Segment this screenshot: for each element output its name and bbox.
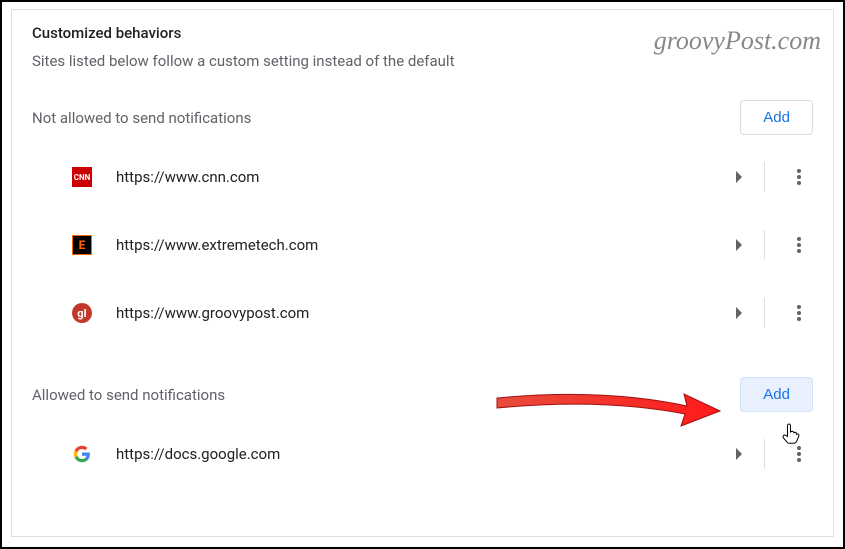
group-header-allowed: Allowed to send notifications Add [12, 347, 833, 420]
row-actions [720, 434, 819, 474]
section-title: Customized behaviors [12, 24, 833, 42]
section-description: Sites listed below follow a custom setti… [12, 42, 833, 70]
site-url: https://www.extremetech.com [116, 236, 720, 254]
kebab-menu-icon[interactable] [779, 293, 819, 333]
favicon-icon [72, 444, 92, 464]
row-actions [720, 157, 819, 197]
divider [764, 298, 765, 328]
row-actions [720, 293, 819, 333]
expand-icon[interactable] [720, 293, 760, 333]
site-row[interactable]: https://docs.google.com [12, 420, 833, 488]
row-actions [720, 225, 819, 265]
settings-panel: Customized behaviors Sites listed below … [11, 9, 834, 537]
kebab-menu-icon[interactable] [779, 157, 819, 197]
expand-icon[interactable] [720, 434, 760, 474]
site-row[interactable]: CNN https://www.cnn.com [12, 143, 833, 211]
add-button-allowed[interactable]: Add [740, 377, 813, 412]
kebab-menu-icon[interactable] [779, 225, 819, 265]
kebab-menu-icon[interactable] [779, 434, 819, 474]
expand-icon[interactable] [720, 225, 760, 265]
site-url: https://www.groovypost.com [116, 304, 720, 322]
divider [764, 439, 765, 469]
favicon-icon: E [72, 235, 92, 255]
divider [764, 230, 765, 260]
site-row[interactable]: E https://www.extremetech.com [12, 211, 833, 279]
favicon-icon: gI [72, 303, 92, 323]
site-row[interactable]: gI https://www.groovypost.com [12, 279, 833, 347]
group-label-not-allowed: Not allowed to send notifications [32, 109, 251, 127]
group-label-allowed: Allowed to send notifications [32, 386, 225, 404]
group-header-not-allowed: Not allowed to send notifications Add [12, 70, 833, 143]
site-url: https://docs.google.com [116, 445, 720, 463]
expand-icon[interactable] [720, 157, 760, 197]
site-url: https://www.cnn.com [116, 168, 720, 186]
add-button-not-allowed[interactable]: Add [740, 100, 813, 135]
favicon-icon: CNN [72, 167, 92, 187]
divider [764, 162, 765, 192]
